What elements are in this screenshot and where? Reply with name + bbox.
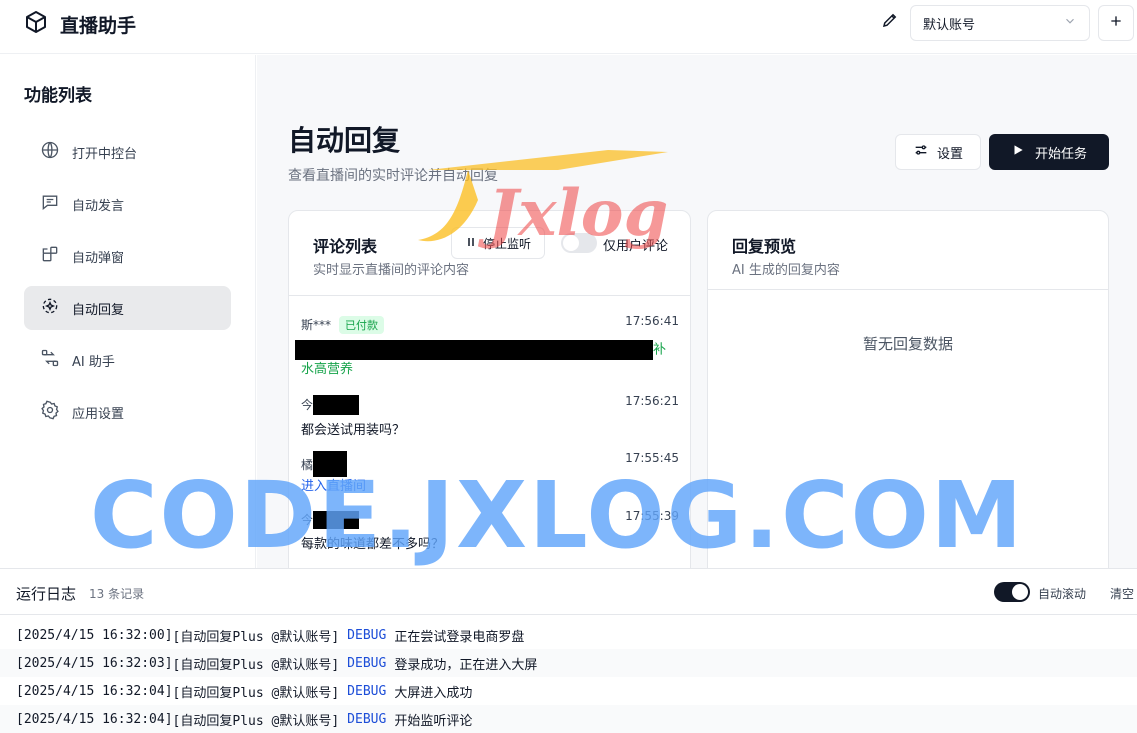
sidebar: 功能列表 打开中控台 自动发言 自动弹窗 自动回复 AI 助手 应用设置 xyxy=(0,55,256,568)
redaction-block xyxy=(295,339,653,360)
user-only-label: 仅用户评论 xyxy=(603,239,669,254)
puzzle-icon xyxy=(40,244,60,268)
box-logo-icon xyxy=(24,10,48,38)
page-subtitle: 查看直播间的实时评论并自动回复 xyxy=(288,168,498,184)
top-bar: 直播助手 默认账号 xyxy=(0,0,1137,54)
start-task-label: 开始任务 xyxy=(1034,146,1087,162)
redaction-block xyxy=(313,394,360,415)
log-panel: 运行日志 13 条记录 自动滚动 清空 [2025/4/15 16:32:00]… xyxy=(0,568,1137,733)
edit-account-button[interactable] xyxy=(880,12,900,32)
brand: 直播助手 xyxy=(24,10,136,38)
log-level: DEBUG xyxy=(347,711,387,727)
redaction-block xyxy=(313,451,348,477)
comment-item: 橘 17:55:45 进入直播间 xyxy=(301,451,679,497)
stop-listening-button[interactable]: 停止监听 xyxy=(451,227,545,259)
comment-author: 橘 xyxy=(301,457,314,472)
comment-item: 今 17:56:21 都会送试用装吗？ xyxy=(301,394,679,441)
comment-time: 17:56:21 xyxy=(625,394,679,408)
message-square-icon xyxy=(40,192,60,216)
log-level: DEBUG xyxy=(347,627,387,643)
auto-scroll-toggle[interactable] xyxy=(994,582,1030,602)
main-content: 自动回复 查看直播间的实时评论并自动回复 设置 开始任务 评论列表 实时显示直播… xyxy=(257,55,1137,568)
user-only-toggle[interactable] xyxy=(561,233,597,253)
log-divider xyxy=(0,614,1137,615)
comment-item: 今 17:55:39 每款的味道都差不多吗？ xyxy=(301,509,679,555)
sidebar-item-ai-assistant[interactable]: AI 助手 xyxy=(24,338,231,382)
play-icon xyxy=(1011,143,1025,161)
comment-item: 斯*** 已付款 17:56:41 补 水高营养 xyxy=(295,314,679,381)
comments-card-title: 评论列表 xyxy=(313,237,378,256)
settings-button[interactable]: 设置 xyxy=(895,134,981,170)
log-line: [2025/4/15 16:32:04] [自动回复Plus @默认账号] DEB… xyxy=(16,683,473,701)
paid-badge: 已付款 xyxy=(339,315,385,334)
settings-button-label: 设置 xyxy=(936,146,963,162)
gear-icon xyxy=(40,400,60,424)
comment-author: 今 xyxy=(301,513,314,527)
pause-icon xyxy=(465,236,477,251)
sparkle-ring-icon xyxy=(40,296,60,320)
comments-card-subtitle: 实时显示直播间的评论内容 xyxy=(313,263,470,278)
add-account-button[interactable] xyxy=(1098,5,1134,41)
plus-icon xyxy=(1108,13,1124,33)
sidebar-title: 功能列表 xyxy=(24,86,92,106)
card-divider xyxy=(708,289,1108,290)
sliders-icon xyxy=(913,142,929,162)
globe-icon xyxy=(40,140,60,164)
page-title: 自动回复 xyxy=(288,124,401,157)
comment-text: 都会送试用装吗？ xyxy=(301,422,406,438)
log-count: 13 条记录 xyxy=(89,587,145,601)
comment-time: 17:56:41 xyxy=(625,314,679,328)
sidebar-item-label: 自动发言 xyxy=(72,198,125,214)
pencil-icon xyxy=(881,11,899,33)
clear-log-button[interactable]: 清空 xyxy=(1110,585,1134,602)
comment-author: 斯*** xyxy=(301,318,332,332)
log-line: [2025/4/15 16:32:03] [自动回复Plus @默认账号] DEB… xyxy=(0,649,1137,677)
sidebar-item-auto-speak[interactable]: 自动发言 xyxy=(24,182,231,226)
comment-time: 17:55:39 xyxy=(625,509,679,523)
sidebar-item-open-console[interactable]: 打开中控台 xyxy=(24,130,231,174)
sidebar-item-label: 应用设置 xyxy=(72,406,125,422)
comment-text: 补 水高营养 xyxy=(295,339,679,381)
sidebar-item-auto-reply[interactable]: 自动回复 xyxy=(24,286,231,330)
preview-card-subtitle: AI 生成的回复内容 xyxy=(732,263,840,278)
sidebar-item-label: AI 助手 xyxy=(72,354,115,370)
chevron-down-icon xyxy=(1063,14,1077,32)
auto-scroll-label: 自动滚动 xyxy=(1038,587,1087,601)
comments-card: 评论列表 实时显示直播间的评论内容 停止监听 仅用户评论 斯*** 已付款 17… xyxy=(288,210,691,568)
sidebar-item-app-settings[interactable]: 应用设置 xyxy=(24,390,231,434)
card-divider xyxy=(289,295,690,296)
sidebar-item-auto-popup[interactable]: 自动弹窗 xyxy=(24,234,231,278)
sidebar-item-label: 自动回复 xyxy=(72,302,125,318)
log-line: [2025/4/15 16:32:04] [自动回复Plus @默认账号] DEB… xyxy=(0,705,1137,733)
log-line: [2025/4/15 16:32:00] [自动回复Plus @默认账号] DEB… xyxy=(16,627,525,645)
start-task-button[interactable]: 开始任务 xyxy=(989,134,1109,170)
log-level: DEBUG xyxy=(347,683,387,699)
sidebar-item-label: 打开中控台 xyxy=(72,146,138,162)
preview-card-title: 回复预览 xyxy=(732,237,797,256)
stop-listening-label: 停止监听 xyxy=(482,236,531,251)
comment-text: 进入直播间 xyxy=(301,479,367,494)
log-level: DEBUG xyxy=(347,655,387,671)
comment-author: 今 xyxy=(301,398,314,412)
app-title: 直播助手 xyxy=(60,14,137,37)
ai-swap-icon xyxy=(40,348,60,372)
empty-state-text: 暂无回复数据 xyxy=(862,335,953,353)
account-select[interactable]: 默认账号 xyxy=(910,5,1090,41)
comment-text: 每款的味道都差不多吗？ xyxy=(301,536,445,552)
account-select-value: 默认账号 xyxy=(923,17,976,33)
log-title: 运行日志 xyxy=(16,585,77,603)
comment-time: 17:55:45 xyxy=(625,451,679,465)
reply-preview-card: 回复预览 AI 生成的回复内容 暂无回复数据 xyxy=(707,210,1109,568)
sidebar-item-label: 自动弹窗 xyxy=(72,250,125,266)
redaction-block xyxy=(313,510,360,529)
